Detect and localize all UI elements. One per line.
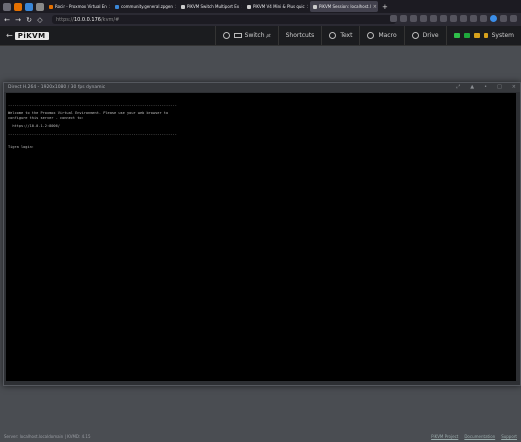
info-icon[interactable]: • [484, 84, 487, 90]
browser-tab-bar: Rocir - Proxmox Virtual En× community.ge… [0, 0, 521, 13]
menu-system[interactable]: System [445, 26, 521, 45]
extension-icon[interactable] [390, 15, 397, 22]
extension-icon[interactable] [480, 15, 487, 22]
extension-icon[interactable] [400, 15, 407, 22]
app-menu-icon[interactable] [510, 15, 517, 22]
server-info: Server: localhost.localdomain | KVMD: 4.… [4, 433, 91, 439]
proxmox-favicon-icon [49, 4, 53, 9]
extension-icon[interactable] [470, 15, 477, 22]
console-line: Tigra login: [8, 145, 34, 150]
stream-window[interactable]: Direct H.264 - 1920x1080 / 30 fps dynami… [3, 82, 521, 386]
extension-icon[interactable] [440, 15, 447, 22]
extension-icon[interactable] [410, 15, 417, 22]
footer-link[interactable]: Support [501, 434, 517, 439]
back-arrow-icon[interactable]: ← [6, 31, 13, 40]
close-icon[interactable]: × [512, 84, 516, 90]
extension-icon[interactable] [430, 15, 437, 22]
browser-tab[interactable]: community.general.zpgen× [112, 1, 176, 12]
stream-window-titlebar[interactable]: Direct H.264 - 1920x1080 / 30 fps dynami… [4, 83, 520, 92]
pinned-tab-icon[interactable] [25, 2, 33, 11]
url-path: /kvm/# [100, 16, 120, 23]
profile-avatar-icon[interactable] [490, 15, 497, 22]
extension-icon[interactable] [420, 15, 427, 22]
console-output: ----------------------------------------… [8, 103, 177, 149]
menu-drive[interactable]: Drive [403, 26, 446, 45]
pikvm-logo[interactable]: PiKVM [14, 31, 49, 40]
menu-switch[interactable]: Switch pt [214, 26, 278, 45]
hid-led-icon [473, 33, 480, 38]
text-icon [329, 32, 337, 39]
remote-screen[interactable]: ----------------------------------------… [6, 93, 516, 381]
drive-icon [411, 32, 419, 39]
url-bar[interactable]: https://10.0.0.176/kvm/# [52, 15, 396, 24]
browser-tab[interactable]: PiKVM Switch Multiport Ex× [178, 1, 242, 12]
pikvm-favicon-icon [313, 4, 317, 9]
site-favicon-icon [115, 4, 119, 9]
pinned-tab-icon[interactable] [36, 2, 44, 11]
kvm-header: ← PiKVM Switch pt Shortcuts Text Macro D… [0, 26, 521, 46]
close-tab-icon[interactable]: × [371, 4, 377, 10]
download-icon[interactable]: ▲ [470, 84, 474, 90]
power-icon [222, 32, 230, 39]
window-controls: ⤢ ▲ • □ × [456, 84, 516, 90]
pikvm-favicon-icon [181, 4, 185, 9]
browser-tab-active[interactable]: PiKVM Session: localhost.l × [310, 1, 378, 12]
close-tab-icon[interactable]: × [239, 4, 242, 10]
close-tab-icon[interactable]: × [173, 4, 176, 10]
stream-window-title: Direct H.264 - 1920x1080 / 30 fps dynami… [8, 85, 106, 90]
toolbar-extensions [390, 15, 517, 22]
console-line: Welcome to the Proxmox Virtual Environme… [8, 111, 169, 116]
pikvm-favicon-icon [247, 4, 251, 9]
close-tab-icon[interactable]: × [305, 4, 308, 10]
browser-tab[interactable]: Rocir - Proxmox Virtual En× [46, 1, 110, 12]
reload-icon[interactable]: ↻ [25, 16, 33, 24]
console-line: ----------------------------------------… [8, 132, 177, 137]
shield-icon[interactable]: ◇ [36, 16, 44, 24]
forward-icon[interactable]: → [14, 16, 22, 24]
gear-icon [367, 32, 375, 39]
menu-shortcuts[interactable]: Shortcuts [277, 26, 322, 45]
back-icon[interactable]: ← [3, 16, 11, 24]
keyboard-icon [233, 33, 242, 38]
url-scheme: https:// [56, 16, 74, 23]
extension-icon[interactable] [500, 15, 507, 22]
console-line: ----------------------------------------… [8, 103, 177, 107]
footer-link[interactable]: PiKVM Project [431, 434, 458, 439]
pinned-tab-icon[interactable] [14, 2, 22, 11]
page-footer: Server: localhost.localdomain | KVMD: 4.… [0, 430, 521, 442]
browser-tab[interactable]: PiKVM V4 Mini & Plus quic× [244, 1, 308, 12]
extension-icon[interactable] [450, 15, 457, 22]
close-tab-icon[interactable]: × [107, 4, 110, 10]
menu-text[interactable]: Text [321, 26, 359, 45]
firefox-view-icon[interactable] [3, 2, 11, 11]
browser-nav-bar: ← → ↻ ◇ https://10.0.0.176/kvm/# [0, 13, 521, 26]
kvm-menu: Switch pt Shortcuts Text Macro Drive Sys… [214, 26, 521, 45]
url-host: 10.0.0.176 [73, 16, 101, 23]
maximize-icon[interactable]: □ [497, 84, 502, 90]
menu-macro[interactable]: Macro [359, 26, 403, 45]
new-tab-button[interactable]: + [382, 3, 388, 11]
storage-led-icon [483, 33, 488, 38]
footer-link[interactable]: Documentation [464, 434, 495, 439]
footer-links: PiKVM Project Documentation Support [431, 434, 517, 439]
stream-led-icon [463, 33, 470, 38]
screenshot-icon[interactable]: ⤢ [456, 84, 460, 90]
extension-icon[interactable] [460, 15, 467, 22]
atx-led-icon [453, 33, 460, 38]
